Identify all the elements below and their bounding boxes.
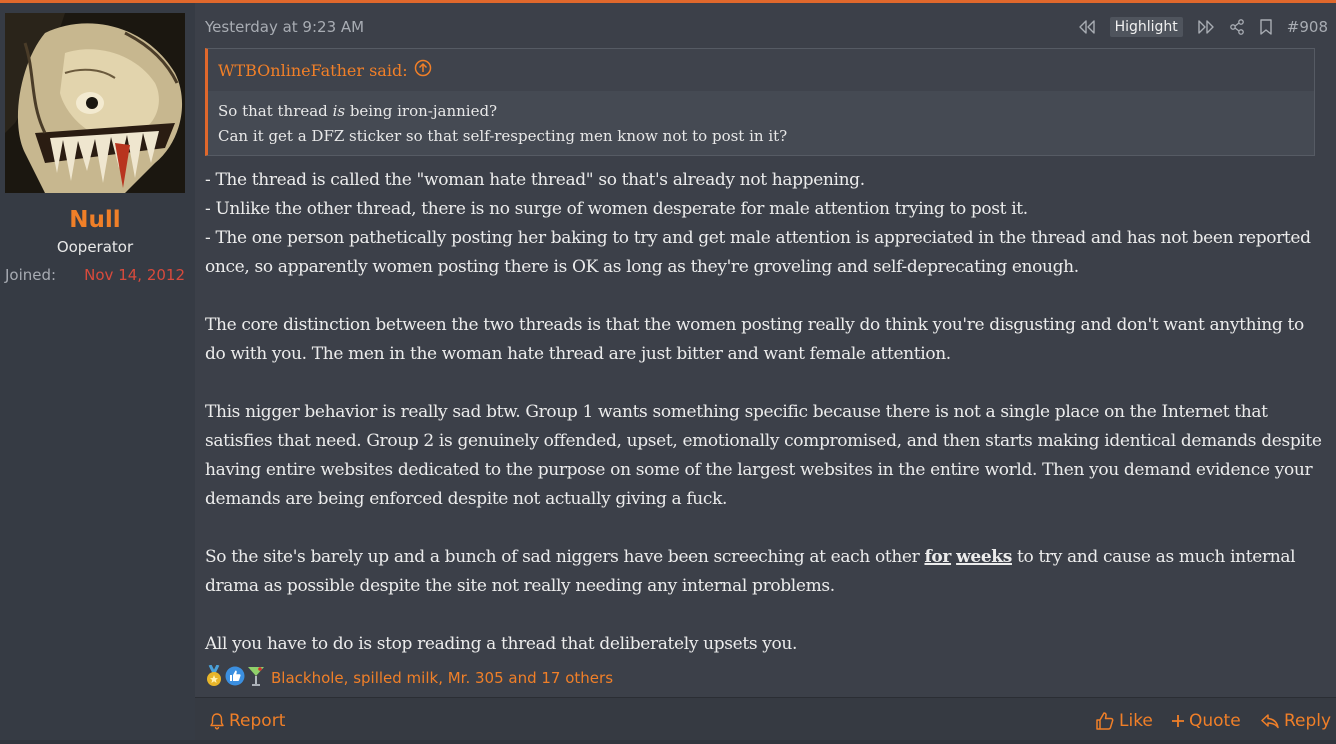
prev-icon[interactable] bbox=[1078, 20, 1096, 34]
thumbs-up-icon[interactable] bbox=[225, 666, 245, 690]
next-icon[interactable] bbox=[1197, 20, 1215, 34]
post-number[interactable]: #908 bbox=[1287, 18, 1328, 36]
user-info-panel: Null Ooperator Joined: Nov 14, 2012 bbox=[0, 3, 195, 740]
quote-label: Quote bbox=[1189, 711, 1241, 731]
medal-icon[interactable] bbox=[205, 664, 223, 691]
quote-body: So that thread is being iron-jannied? Ca… bbox=[208, 91, 1314, 155]
share-icon[interactable] bbox=[1229, 19, 1245, 35]
post-date[interactable]: Yesterday at 9:23 AM bbox=[205, 18, 364, 36]
joined-label: Joined: bbox=[5, 266, 57, 284]
body-line: - The one person pathetically posting he… bbox=[205, 228, 1311, 277]
reaction-users-link[interactable]: Blackhole, spilled milk, Mr. 305 and 17 … bbox=[271, 669, 613, 687]
body-paragraph: So the site's barely up and a bunch of s… bbox=[205, 547, 1296, 596]
report-label: Report bbox=[229, 711, 286, 731]
body-line: - Unlike the other thread, there is no s… bbox=[205, 199, 1028, 219]
body-link-for[interactable]: for bbox=[924, 547, 951, 567]
plus-icon bbox=[1172, 715, 1184, 727]
post-actions-bar: Report Like Quote Reply bbox=[195, 697, 1336, 740]
body-line: - The thread is called the "woman hate t… bbox=[205, 170, 865, 190]
thumbs-up-outline-icon bbox=[1096, 712, 1114, 730]
joined-date: Nov 14, 2012 bbox=[84, 266, 185, 284]
quote-author[interactable]: WTBOnlineFather said: bbox=[218, 61, 408, 80]
body-link-weeks[interactable]: weeks bbox=[956, 547, 1012, 567]
avatar-image bbox=[5, 13, 185, 193]
like-button[interactable]: Like bbox=[1095, 698, 1153, 744]
jump-up-icon[interactable] bbox=[414, 59, 432, 81]
body-paragraph: All you have to do is stop reading a thr… bbox=[205, 634, 798, 654]
cocktail-icon[interactable] bbox=[247, 665, 265, 691]
forum-post: Null Ooperator Joined: Nov 14, 2012 Yest… bbox=[0, 0, 1336, 740]
post-body: - The thread is called the "woman hate t… bbox=[205, 166, 1324, 659]
bookmark-icon[interactable] bbox=[1259, 19, 1273, 35]
body-paragraph: This nigger behavior is really sad btw. … bbox=[205, 402, 1322, 509]
user-title: Ooperator bbox=[56, 238, 134, 256]
post-header: Yesterday at 9:23 AM Highlight #908 bbox=[205, 15, 1328, 39]
reactions-bar: Blackhole, spilled milk, Mr. 305 and 17 … bbox=[205, 664, 613, 691]
post-content: Yesterday at 9:23 AM Highlight #908 WTBO… bbox=[195, 3, 1336, 740]
username[interactable]: Null bbox=[0, 207, 190, 233]
reply-button[interactable]: Reply bbox=[1260, 698, 1331, 744]
reply-icon bbox=[1261, 714, 1279, 729]
quote-line-1: So that thread is being iron-jannied? bbox=[218, 102, 498, 120]
quote-button[interactable]: Quote bbox=[1171, 698, 1241, 744]
body-paragraph: The core distinction between the two thr… bbox=[205, 315, 1304, 364]
quote-block: WTBOnlineFather said: So that thread is … bbox=[205, 48, 1315, 156]
report-button[interactable]: Report bbox=[209, 698, 285, 744]
quote-header[interactable]: WTBOnlineFather said: bbox=[208, 49, 1314, 91]
highlight-button[interactable]: Highlight bbox=[1109, 17, 1183, 37]
like-label: Like bbox=[1119, 711, 1153, 731]
avatar[interactable] bbox=[5, 13, 185, 193]
reply-label: Reply bbox=[1284, 711, 1332, 731]
quote-line-2: Can it get a DFZ sticker so that self-re… bbox=[218, 127, 788, 145]
post-tools: Highlight #908 bbox=[1078, 17, 1328, 37]
bell-icon bbox=[210, 713, 224, 730]
